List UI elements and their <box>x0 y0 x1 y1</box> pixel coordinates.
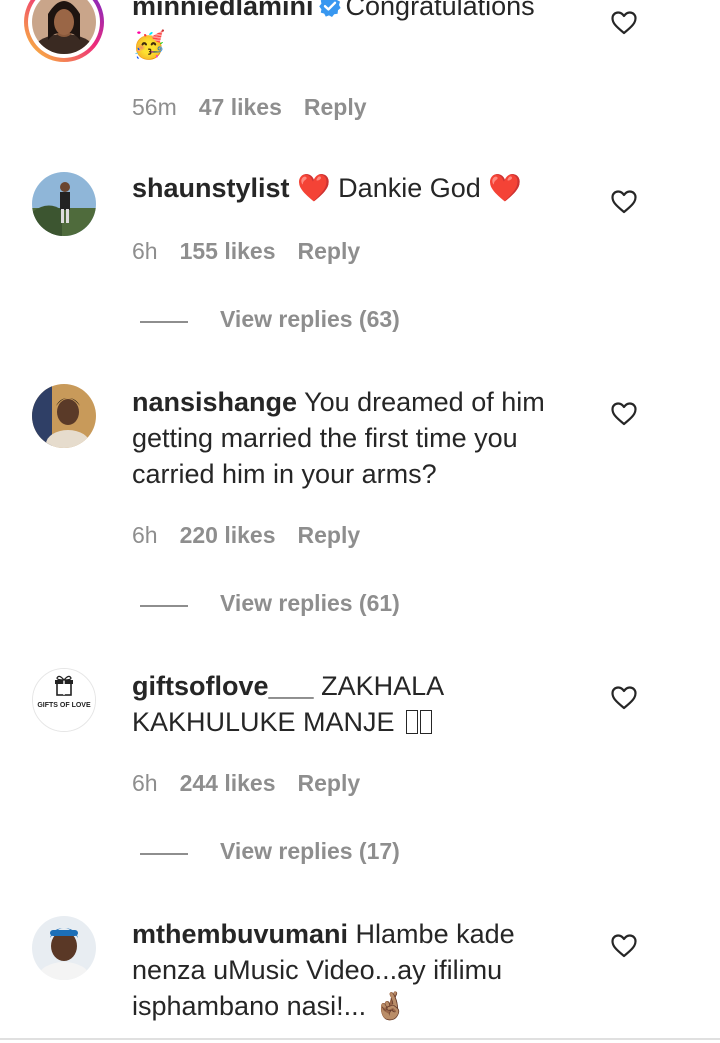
heart-outline-icon[interactable] <box>611 402 637 426</box>
reply-button[interactable]: Reply <box>304 94 367 120</box>
comment-text-line: getting married the first time you <box>132 423 518 453</box>
view-replies-label: View replies (63) <box>220 306 400 332</box>
reply-button[interactable]: Reply <box>298 770 361 796</box>
comment-text: Congratulations <box>345 0 535 21</box>
divider <box>140 605 188 607</box>
avatar-brand-text: GIFTS OF LOVE <box>37 702 91 709</box>
party-face-emoji: 🥳 <box>132 30 166 61</box>
divider <box>140 321 188 323</box>
comment-time: 56m <box>132 94 177 120</box>
comment-time: 6h <box>132 522 158 548</box>
comment-text-line: nenza uMusic Video...ay ifilimu <box>132 955 503 985</box>
comment-username[interactable]: minniedlamini <box>132 0 314 21</box>
heart-outline-icon[interactable] <box>611 190 637 214</box>
likes-count[interactable]: 220 likes <box>180 522 276 548</box>
avatar[interactable] <box>32 172 96 236</box>
comment-username[interactable]: nansishange <box>132 387 297 417</box>
heart-outline-icon[interactable] <box>611 686 637 710</box>
verified-badge-icon <box>318 0 342 27</box>
reply-button[interactable]: Reply <box>298 522 361 548</box>
view-replies-label: View replies (17) <box>220 838 400 864</box>
avatar-story-ring[interactable] <box>24 0 104 62</box>
reply-button[interactable]: Reply <box>298 238 361 264</box>
comment-username[interactable]: mthembuvumani <box>132 919 348 949</box>
comment-username[interactable]: shaunstylist <box>132 173 290 203</box>
bottom-divider <box>0 1038 720 1040</box>
heart-outline-icon[interactable] <box>611 11 637 35</box>
likes-count[interactable]: 155 likes <box>180 238 276 264</box>
divider <box>140 853 188 855</box>
missing-glyph-icon <box>406 710 419 734</box>
comment-text-line: isphambano nasi!... <box>132 991 367 1021</box>
likes-count[interactable]: 244 likes <box>180 770 276 796</box>
comment-text-line: carried him in your arms? <box>132 459 437 489</box>
avatar[interactable] <box>32 916 96 980</box>
comment-text-line: Hlambe kade <box>355 919 515 949</box>
comment-text-line: You dreamed of him <box>304 387 545 417</box>
comment-username[interactable]: giftsoflove___ <box>132 671 314 701</box>
likes-count[interactable]: 47 likes <box>199 94 282 120</box>
avatar[interactable]: GIFTS OF LOVE <box>32 668 96 732</box>
gift-box-icon <box>55 675 73 696</box>
avatar[interactable] <box>32 384 96 448</box>
comment-time: 6h <box>132 238 158 264</box>
comment-text-line: KAKHULUKE MANJE <box>132 707 395 737</box>
heart-outline-icon[interactable] <box>611 934 637 958</box>
comment-text: ❤️ Dankie God ❤️ <box>297 173 522 203</box>
crossed-fingers-emoji: 🤞🏽 <box>373 991 408 1022</box>
view-replies-label: View replies (61) <box>220 590 400 616</box>
comment-text-line: ZAKHALA <box>321 671 445 701</box>
missing-glyph-icon <box>420 710 433 734</box>
comment-time: 6h <box>132 770 158 796</box>
